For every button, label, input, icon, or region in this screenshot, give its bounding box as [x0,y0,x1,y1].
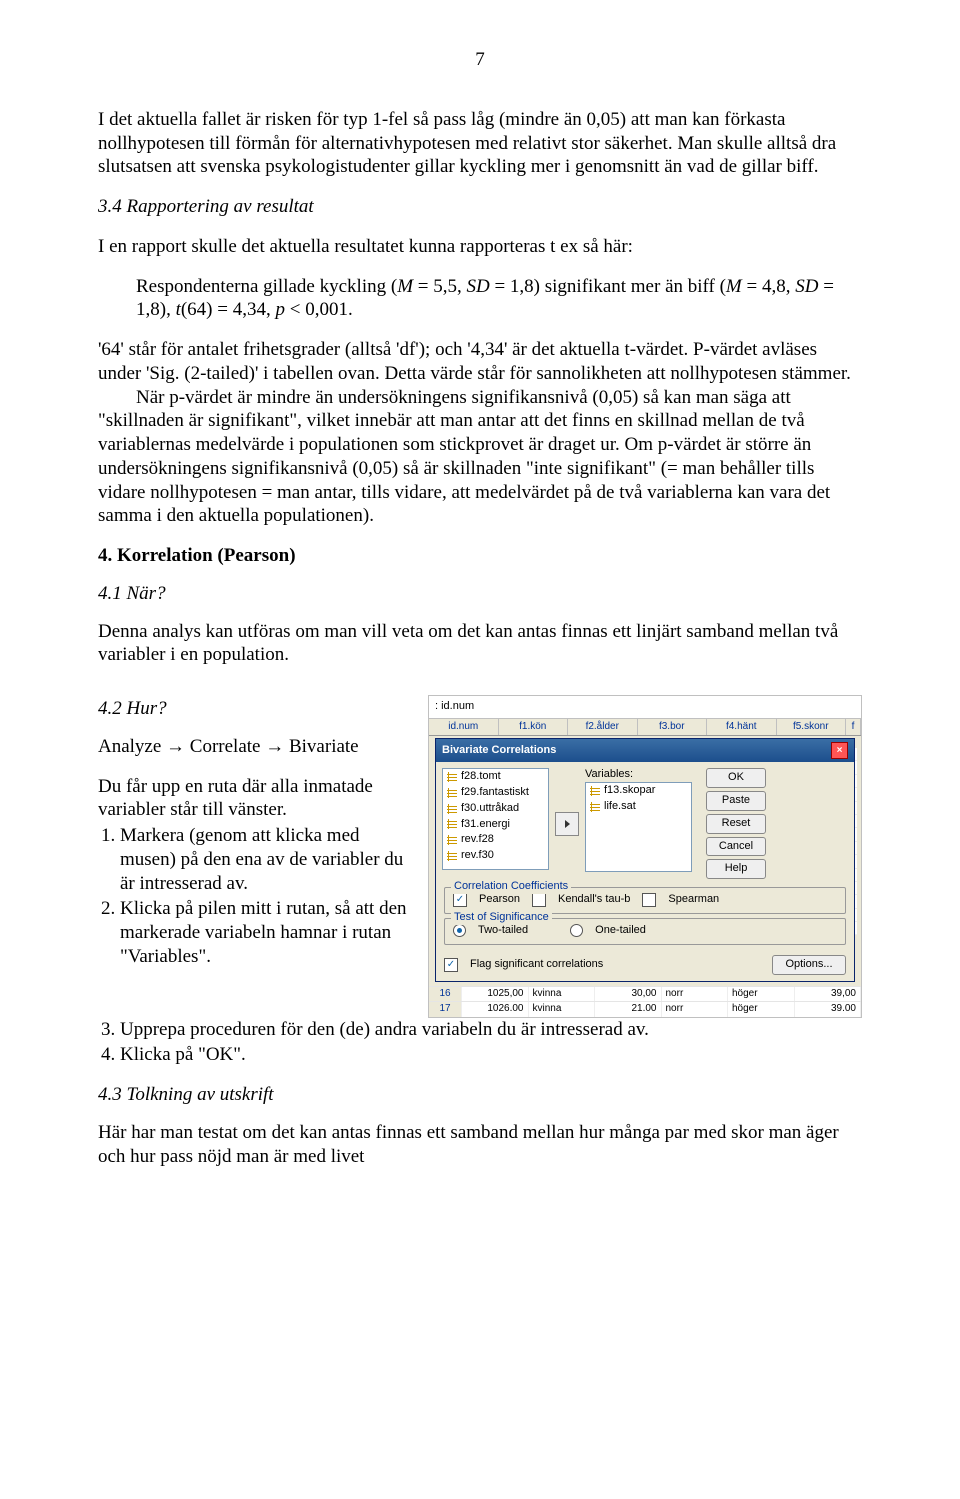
scale-icon [589,801,601,813]
radio-two-tailed[interactable] [453,924,466,937]
paragraph-34-intro: I en rapport skulle det aktuella resulta… [98,235,862,259]
heading-4-1: 4.1 När? [98,582,862,606]
scale-icon [589,785,601,797]
scale-icon [446,818,458,830]
group-test-of-significance: Test of Significance Two-tailed One-tail… [444,918,846,945]
close-icon[interactable]: × [831,742,848,759]
paragraph-42-intro: Du får upp en ruta där alla inmatade var… [98,775,418,823]
checkbox-kendall[interactable] [532,893,546,907]
scale-icon [446,803,458,815]
spss-screenshot: : id.num id.num f1.kön f2.ålder f3.bor f… [428,695,862,1018]
scale-icon [446,787,458,799]
heading-4: 4. Korrelation (Pearson) [98,544,862,568]
step-4: Klicka på "OK". [120,1043,862,1067]
source-variable-list[interactable]: f28.tomt f29.fantastiskt f30.uttråkad f3… [442,768,549,870]
heading-3-4: 3.4 Rapportering av resultat [98,195,862,219]
ok-button[interactable]: OK [706,768,766,788]
move-right-button[interactable] [555,812,579,836]
checkbox-spearman[interactable] [642,893,656,907]
flag-label: Flag significant correlations [470,958,603,972]
spss-cell-editor: : id.num [429,696,861,719]
paragraph-explain-a: '64' står för antalet frihetsgrader (all… [98,338,862,386]
cancel-button[interactable]: Cancel [706,837,766,857]
step-3: Upprepa proceduren för den (de) andra va… [120,1018,862,1042]
step-1: Markera (genom att klicka med musen) på … [120,824,418,895]
spss-column-headers: id.num f1.kön f2.ålder f3.bor f4.hänt f5… [429,719,861,737]
quote-example: Respondenterna gillade kyckling (M = 5,5… [98,275,862,323]
checkbox-pearson[interactable]: ✓ [453,893,467,907]
scale-icon [446,771,458,783]
paragraph-explain-b: När p-värdet är mindre än undersökningen… [98,386,862,529]
spss-data-rows: 16 1025,00 kvinna 30,00 norr höger 39,00… [429,986,861,1017]
page-number: 7 [98,48,862,72]
paragraph-intro: I det aktuella fallet är risken för typ … [98,108,862,179]
paste-button[interactable]: Paste [706,791,766,811]
group-correlation-coefficients: Correlation Coefficients ✓Pearson Kendal… [444,887,846,914]
options-button[interactable]: Options... [772,955,846,975]
heading-4-2: 4.2 Hur? [98,697,418,721]
paragraph-43: Här har man testat om det kan antas finn… [98,1121,862,1169]
step-2: Klicka på pilen mitt i rutan, så att den… [120,897,418,968]
radio-one-tailed[interactable] [570,924,583,937]
variables-label: Variables: [585,768,700,782]
target-variable-list[interactable]: f13.skopar life.sat [585,782,692,872]
checkbox-flag[interactable]: ✓ [444,958,458,972]
scale-icon [446,834,458,846]
help-button[interactable]: Help [706,859,766,879]
reset-button[interactable]: Reset [706,814,766,834]
dialog-title: Bivariate Correlations [442,744,556,758]
scale-icon [446,850,458,862]
dialog-bivariate: Bivariate Correlations × f28.tomt f29.fa… [435,738,855,981]
paragraph-42-path: Analyze → Correlate → Bivariate [98,735,418,759]
paragraph-41: Denna analys kan utföras om man vill vet… [98,620,862,668]
heading-4-3: 4.3 Tolkning av utskrift [98,1083,862,1107]
